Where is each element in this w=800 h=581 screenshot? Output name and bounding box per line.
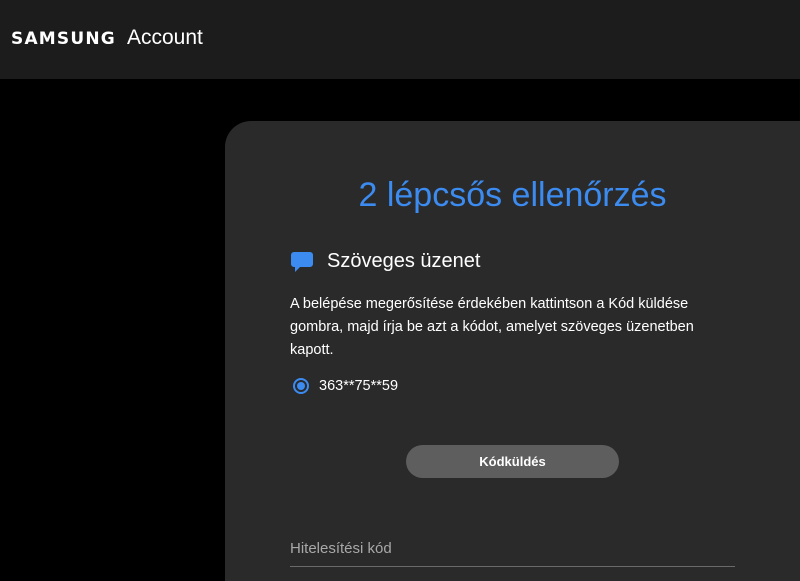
radio-selected-dot <box>297 382 305 390</box>
samsung-account-logo[interactable]: SAMSUNG Account <box>11 26 203 50</box>
page-title: 2 lépcsős ellenőrzés <box>358 176 667 214</box>
top-header-bar: SAMSUNG Account <box>0 0 800 79</box>
phone-radio-button[interactable] <box>293 378 309 394</box>
phone-number-option[interactable]: 363**75**59 <box>293 378 398 394</box>
account-wordmark: Account <box>126 26 203 49</box>
verification-code-input[interactable] <box>290 530 735 567</box>
phone-number-label: 363**75**59 <box>319 378 399 394</box>
chat-bubble-icon <box>291 251 313 272</box>
instruction-text: A belépése megerősítése érdekében kattin… <box>290 296 694 358</box>
samsung-wordmark: SAMSUNG <box>11 29 116 49</box>
method-label: Szöveges üzenet <box>327 250 481 272</box>
verification-method: Szöveges üzenet <box>290 250 480 273</box>
send-code-button[interactable]: Kódküldés <box>406 445 619 478</box>
